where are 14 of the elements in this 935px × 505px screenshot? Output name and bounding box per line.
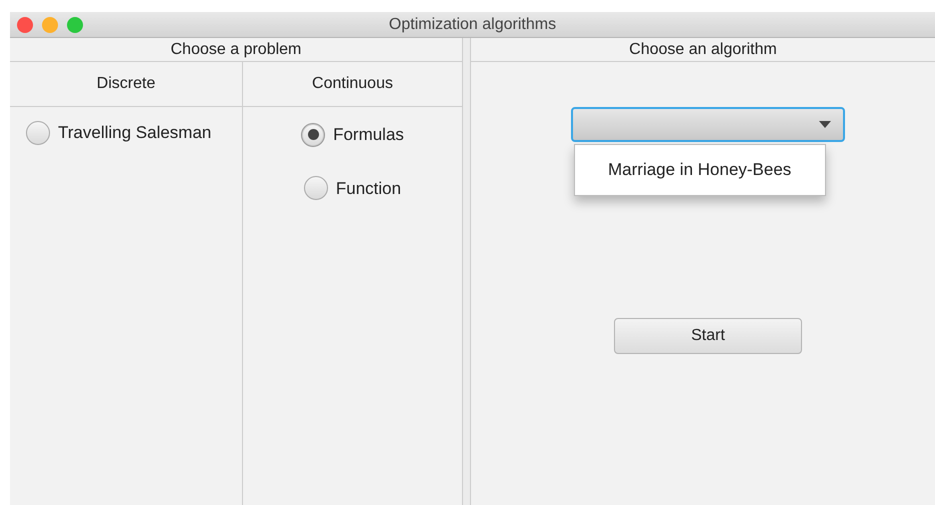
panel-title: Choose an algorithm: [471, 38, 935, 62]
column-heading: Discrete: [10, 62, 242, 107]
minimize-button[interactable]: [42, 17, 58, 33]
splitter[interactable]: [462, 38, 471, 505]
dropdown[interactable]: [571, 107, 845, 142]
radio-option[interactable]: Formulas: [301, 122, 404, 148]
start-button[interactable]: Start: [614, 318, 802, 354]
window-title: Optimization algorithms: [388, 14, 556, 34]
radio-option[interactable]: Travelling Salesman: [26, 120, 212, 146]
radio-option[interactable]: Function: [304, 176, 402, 201]
zoom-button[interactable]: [67, 17, 83, 33]
close-button[interactable]: [17, 17, 33, 33]
panel-title: Choose a problem: [10, 38, 462, 62]
caret-icon: [819, 121, 831, 128]
